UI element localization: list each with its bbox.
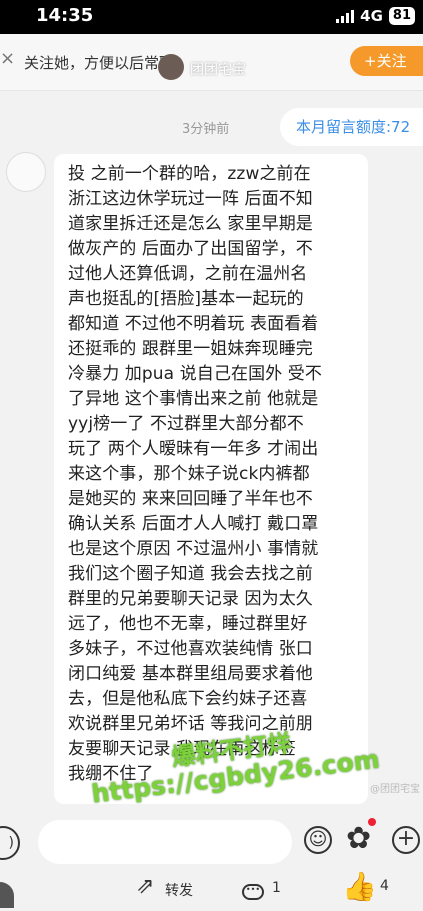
quota-badge[interactable]: 本月留言额度:72	[280, 108, 423, 146]
network-label: 4G	[360, 7, 383, 25]
message-line: 过他人还算低调，之前在温州名	[68, 264, 308, 284]
comment-count[interactable]: 1	[272, 880, 281, 896]
follow-button[interactable]: +关注	[350, 46, 423, 76]
status-bar: 14:35 4G 81	[0, 0, 423, 34]
message-line: 远了，他也不无辜，睡过群里好	[68, 614, 308, 634]
message-line: 声也挺乱的[捂脸]基本一起玩的	[68, 289, 304, 309]
message-bubble: 投 之前一个群的哈，zzw之前在 浙江这边休学玩过一阵 后面不知 道家里拆迁还是怎么…	[54, 154, 368, 804]
avatar[interactable]	[158, 54, 184, 80]
share-icon[interactable]: ⇗	[136, 874, 154, 899]
message-line: 做灰产的 后面办了出国留学，不	[68, 239, 313, 259]
message-input[interactable]	[38, 820, 292, 864]
status-time: 14:35	[36, 5, 94, 26]
message-line: 群里的兄弟要聊天记录 因为太久	[68, 589, 313, 609]
message-line: yyj榜一了 不过群里大部分都不	[68, 414, 304, 434]
message-line: 多妹子，不过他喜欢装纯情 张口	[68, 639, 313, 659]
signal-icon	[336, 9, 355, 23]
message-line: 了异地 这个事情出来之前 他就是	[68, 389, 319, 409]
like-count[interactable]: 4	[380, 878, 389, 894]
gift-icon[interactable]: ✿	[346, 824, 371, 854]
follow-notice-bar: × 关注她，方便以后常聊 团团宅宝 +关注	[0, 34, 423, 91]
message-line: 冷暴力 加pua 说自己在国外 受不	[68, 364, 322, 384]
message-line: 都知道 不过他不明着玩 表面看着	[68, 314, 319, 334]
message-line: 闭口纯爱 基本群里组局要求着他	[68, 664, 313, 684]
bottom-action-bar: ⇗ 转发 ••• 1 👍 4	[0, 870, 423, 911]
notification-dot	[368, 818, 376, 826]
watermark-stamp: @团团宅宝	[370, 784, 420, 795]
sender-avatar[interactable]	[6, 152, 46, 192]
voice-icon[interactable]: )	[0, 826, 20, 860]
message-line: 还挺乖的 跟群里一姐妹奔现睡完	[68, 339, 313, 359]
message-line: 道家里拆迁还是怎么 家里早期是	[68, 214, 313, 234]
follow-notice-text: 关注她，方便以后常聊	[24, 54, 175, 72]
message-timestamp: 3分钟前	[182, 122, 230, 137]
status-indicators: 4G 81	[336, 7, 415, 25]
profile-edge-icon	[0, 882, 14, 908]
share-button[interactable]: 转发	[165, 880, 193, 900]
plus-icon[interactable]: +	[392, 826, 420, 854]
message-line: 是她买的 来来回回睡了半年也不	[68, 489, 313, 509]
message-line: 我们这个圈子知道 我会去找之前	[68, 564, 313, 584]
close-icon[interactable]: ×	[0, 48, 15, 69]
message-line: 浙江这边休学玩过一阵 后面不知	[68, 189, 313, 209]
comment-icon[interactable]: •••	[242, 884, 264, 900]
message-line: 去，但是他私底下会约妹子还喜	[68, 689, 308, 709]
message-line: 投 之前一个群的哈，zzw之前在	[68, 164, 311, 184]
message-line: 也是这个原因 不过温州小 事情就	[68, 539, 319, 559]
emoji-icon[interactable]: ☺	[304, 826, 332, 854]
user-name[interactable]: 团团宅宝	[190, 59, 246, 79]
message-line: 玩了 两个人暧昧有一年多 才闹出	[68, 439, 319, 459]
message-line: 来这个事，那个妹子说ck内裤都	[68, 464, 310, 484]
input-bar: ) ☺ ✿ +	[0, 812, 423, 868]
message-line: 确认关系 后面才人人喊打 戴口罩	[68, 514, 319, 534]
battery-icon: 81	[388, 7, 415, 25]
like-icon[interactable]: 👍	[342, 870, 377, 903]
message-text: 投 之前一个群的哈，zzw之前在 浙江这边休学玩过一阵 后面不知 道家里拆迁还是怎么…	[68, 162, 322, 787]
